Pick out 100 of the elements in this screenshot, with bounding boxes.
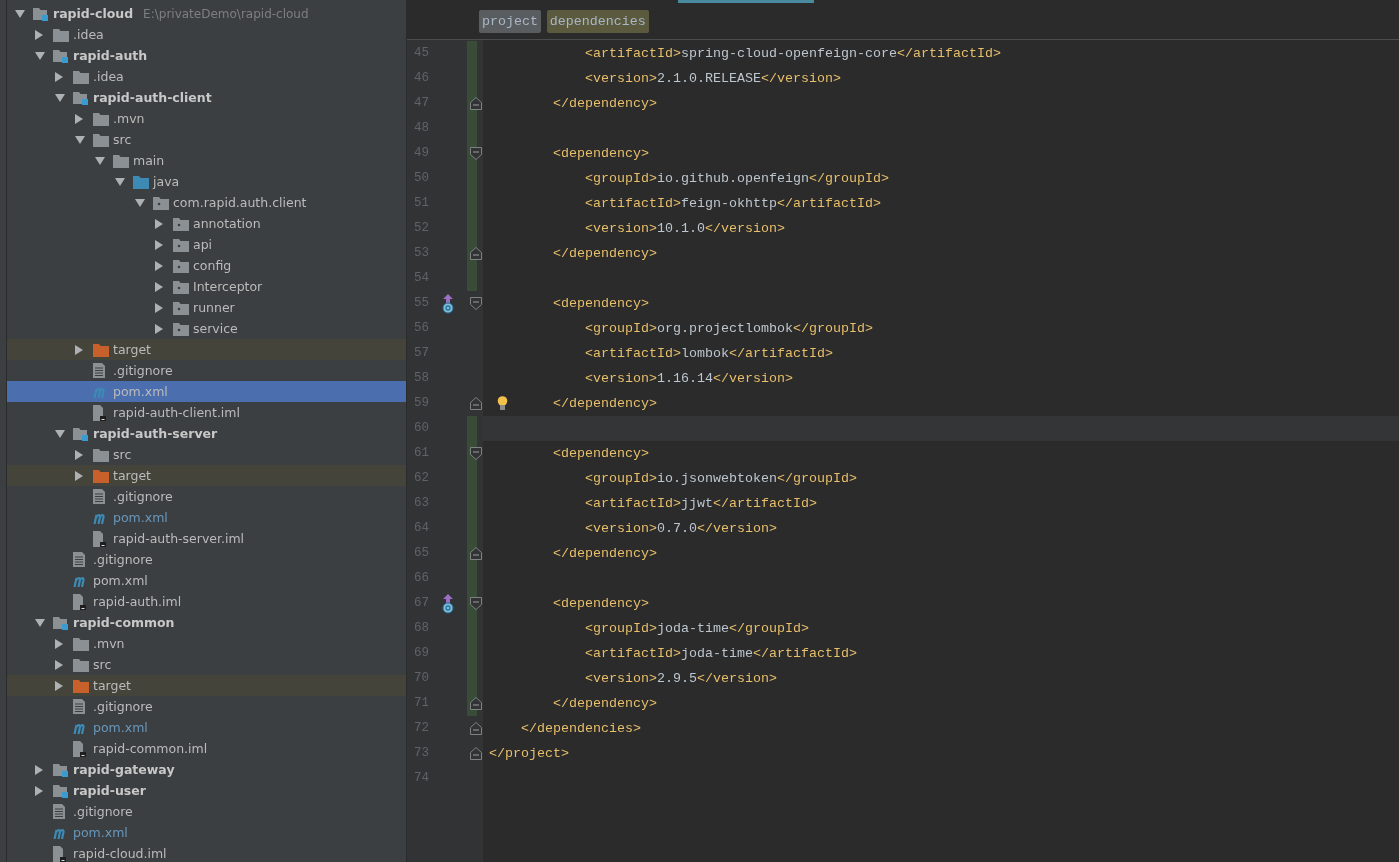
item-label: pom.xml <box>93 573 148 588</box>
tree-item[interactable]: rapid-auth-server <box>7 423 406 444</box>
tree-item[interactable]: rapid-auth-server.iml <box>7 528 406 549</box>
tree-item[interactable]: pom.xml <box>7 717 406 738</box>
fold-icon[interactable] <box>470 447 482 460</box>
item-label: .idea <box>73 27 104 42</box>
unfold-icon[interactable] <box>470 397 482 410</box>
tree-item[interactable]: .gitignore <box>7 486 406 507</box>
tree-item[interactable]: rapid-auth-client <box>7 87 406 108</box>
expanded-arrow-icon[interactable] <box>75 135 85 144</box>
tree-item[interactable]: service <box>7 318 406 339</box>
tree-item[interactable]: com.rapid.auth.client <box>7 192 406 213</box>
lightbulb-icon[interactable] <box>497 396 508 411</box>
collapsed-arrow-icon[interactable] <box>35 785 43 796</box>
collapsed-arrow-icon[interactable] <box>75 449 83 460</box>
collapsed-arrow-icon[interactable] <box>75 344 83 355</box>
code-line: </dependency> <box>553 246 657 261</box>
tree-item[interactable]: rapid-auth.iml <box>7 591 406 612</box>
tree-item[interactable]: target <box>7 675 406 696</box>
unfold-icon[interactable] <box>470 722 482 735</box>
code-line: <artifactId>spring-cloud-openfeign-core</artifactId> <box>585 46 1001 61</box>
expanded-arrow-icon[interactable] <box>35 51 45 60</box>
tree-item[interactable]: .mvn <box>7 633 406 654</box>
implements-icon[interactable] <box>440 593 455 614</box>
module-folder-icon <box>73 426 89 441</box>
tree-item[interactable]: pom.xml <box>7 507 406 528</box>
tree-item[interactable]: .gitignore <box>7 801 406 822</box>
package-folder-icon <box>173 279 189 294</box>
tree-item[interactable]: Interceptor <box>7 276 406 297</box>
unfold-icon[interactable] <box>470 547 482 560</box>
collapsed-arrow-icon[interactable] <box>75 470 83 481</box>
item-label: src <box>113 447 132 462</box>
expanded-arrow-icon[interactable] <box>115 177 125 186</box>
implements-icon[interactable] <box>440 293 455 314</box>
breadcrumb[interactable]: project <box>479 10 541 33</box>
item-label: com.rapid.auth.client <box>173 195 307 210</box>
tree-item[interactable]: .idea <box>7 24 406 45</box>
tree-item[interactable]: .gitignore <box>7 360 406 381</box>
expanded-arrow-icon[interactable] <box>15 9 25 18</box>
collapsed-arrow-icon[interactable] <box>155 218 163 229</box>
folder-icon <box>113 153 129 168</box>
unfold-icon[interactable] <box>470 97 482 110</box>
fold-icon[interactable] <box>470 597 482 610</box>
tree-item[interactable]: api <box>7 234 406 255</box>
collapsed-arrow-icon[interactable] <box>155 323 163 334</box>
breadcrumb[interactable]: dependencies <box>546 10 649 33</box>
tree-item[interactable]: runner <box>7 297 406 318</box>
expanded-arrow-icon[interactable] <box>55 429 65 438</box>
package-folder-icon <box>173 258 189 273</box>
tree-item[interactable]: src <box>7 129 406 150</box>
collapsed-arrow-icon[interactable] <box>155 302 163 313</box>
item-label: rapid-gateway <box>73 762 175 777</box>
collapsed-arrow-icon[interactable] <box>55 680 63 691</box>
item-label: pom.xml <box>93 720 148 735</box>
tree-item[interactable]: rapid-common.iml <box>7 738 406 759</box>
tree-item[interactable]: .mvn <box>7 108 406 129</box>
fold-icon[interactable] <box>470 147 482 160</box>
collapsed-arrow-icon[interactable] <box>35 29 43 40</box>
tree-item[interactable]: java <box>7 171 406 192</box>
tree-item[interactable]: rapid-cloud E:\privateDemo\rapid-cloud <box>7 3 406 24</box>
tree-item[interactable]: pom.xml <box>7 570 406 591</box>
expanded-arrow-icon[interactable] <box>55 93 65 102</box>
tree-item[interactable]: rapid-user <box>7 780 406 801</box>
tree-item[interactable]: annotation <box>7 213 406 234</box>
collapsed-arrow-icon[interactable] <box>75 113 83 124</box>
tree-item[interactable]: src <box>7 444 406 465</box>
tree-item[interactable]: main <box>7 150 406 171</box>
item-label: .mvn <box>93 636 125 651</box>
code-line: </dependency> <box>553 696 657 711</box>
tree-item[interactable]: rapid-auth-client.iml <box>7 402 406 423</box>
unfold-icon[interactable] <box>470 247 482 260</box>
tree-item[interactable]: .gitignore <box>7 696 406 717</box>
collapsed-arrow-icon[interactable] <box>155 239 163 250</box>
module-folder-icon <box>53 783 69 798</box>
tree-item[interactable]: pom.xml <box>7 822 406 843</box>
tree-item[interactable]: .gitignore <box>7 549 406 570</box>
collapsed-arrow-icon[interactable] <box>155 260 163 271</box>
fold-icon[interactable] <box>470 297 482 310</box>
tree-item[interactable]: .idea <box>7 66 406 87</box>
tree-item[interactable]: config <box>7 255 406 276</box>
unfold-icon[interactable] <box>470 747 482 760</box>
expanded-arrow-icon[interactable] <box>35 618 45 627</box>
tree-item[interactable]: target <box>7 339 406 360</box>
collapsed-arrow-icon[interactable] <box>55 659 63 670</box>
collapsed-arrow-icon[interactable] <box>35 764 43 775</box>
expanded-arrow-icon[interactable] <box>135 198 145 207</box>
tree-item[interactable]: target <box>7 465 406 486</box>
tree-item[interactable]: rapid-gateway <box>7 759 406 780</box>
folder-icon <box>93 447 109 462</box>
tree-item[interactable]: src <box>7 654 406 675</box>
collapsed-arrow-icon[interactable] <box>155 281 163 292</box>
tree-item[interactable]: rapid-cloud.iml <box>7 843 406 862</box>
item-label: api <box>193 237 213 252</box>
code-line: <version>10.1.0</version> <box>585 221 785 236</box>
collapsed-arrow-icon[interactable] <box>55 71 63 82</box>
collapsed-arrow-icon[interactable] <box>55 638 63 649</box>
unfold-icon[interactable] <box>470 697 482 710</box>
expanded-arrow-icon[interactable] <box>95 156 105 165</box>
tree-item[interactable]: rapid-auth <box>7 45 406 66</box>
tree-item[interactable]: rapid-common <box>7 612 406 633</box>
